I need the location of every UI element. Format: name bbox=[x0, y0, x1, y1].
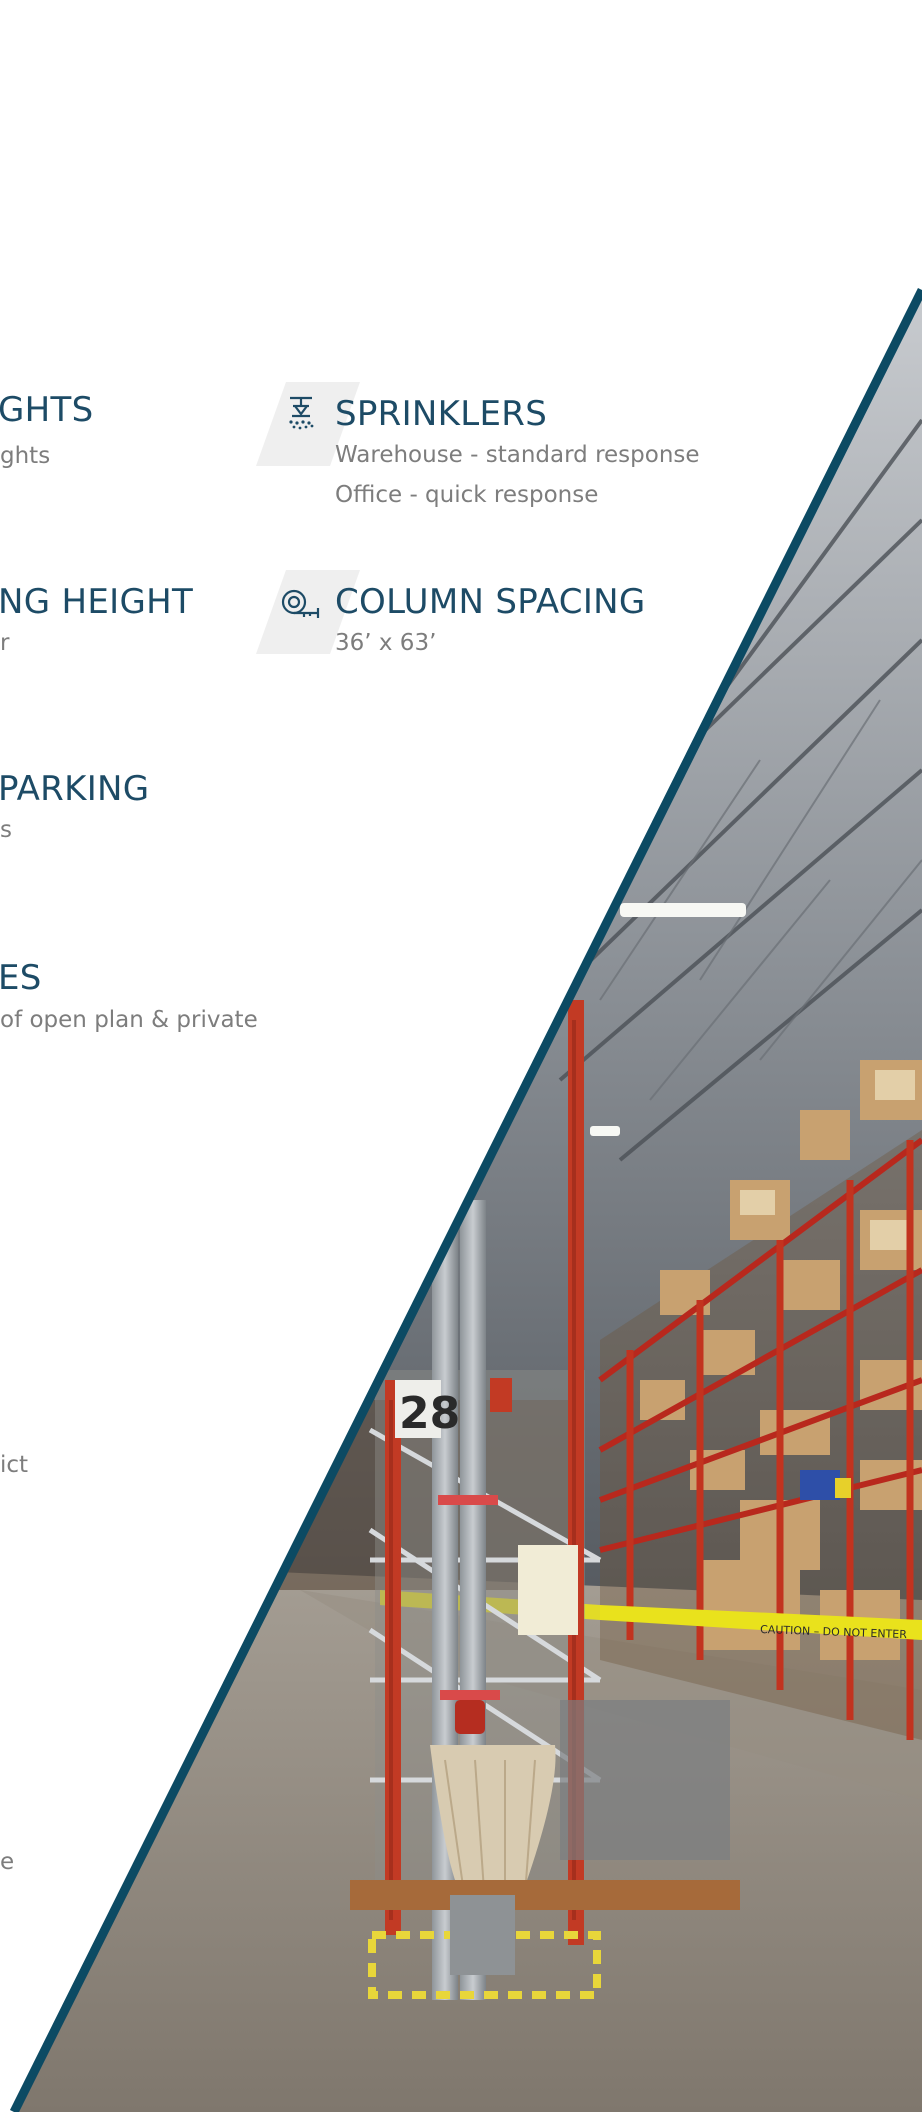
rack-number: 28 bbox=[399, 1388, 460, 1439]
brochure-page: GHTS ghts SPRINKLERS Warehouse - standar… bbox=[0, 0, 922, 2112]
warehouse-photo: CAUTION – DO NOT ENTER 28 bbox=[9, 287, 922, 2112]
